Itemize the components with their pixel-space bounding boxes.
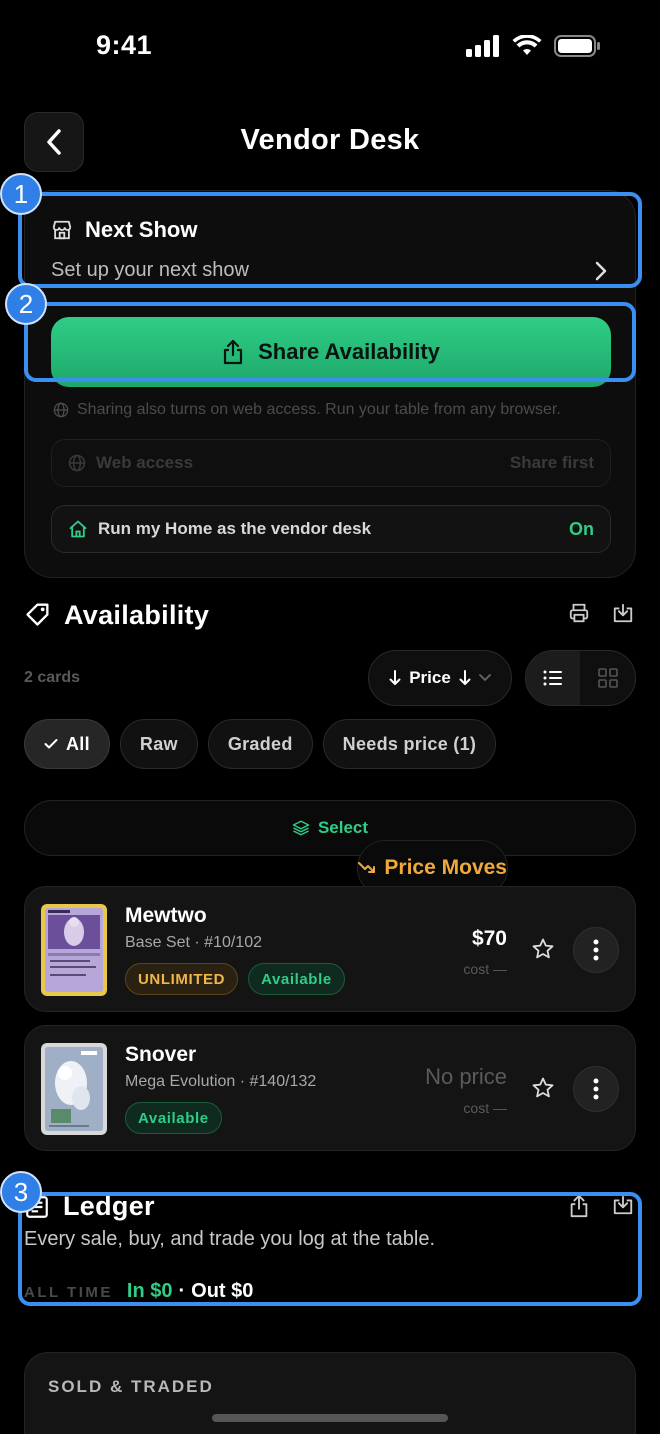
more-options-button[interactable] [573, 1066, 619, 1112]
select-label: Select [317, 818, 369, 837]
callout-number-3: 3 [0, 1171, 42, 1213]
battery-icon [554, 35, 600, 57]
filter-chip-needs-price[interactable]: Needs price (1) [322, 719, 497, 769]
more-vertical-icon [593, 939, 599, 961]
ledger-in: In $0 [126, 1280, 173, 1302]
action-buttons: Price Moves Select [24, 800, 636, 896]
card-thumbnail [41, 1043, 107, 1135]
sort-label: Price [409, 668, 451, 687]
share-note: Sharing also turns on web access. Run yo… [53, 401, 561, 419]
status-bar: 9:41 [0, 0, 660, 100]
ledger-totals: ALL TIME In $0 · Out $0 [24, 1280, 253, 1303]
wifi-icon [512, 35, 542, 55]
card-cost: cost — [463, 1100, 507, 1116]
storefront-icon [52, 220, 72, 240]
globe-icon [68, 454, 86, 472]
card-thumbnail [41, 904, 107, 996]
next-show-title: Next Show [85, 217, 198, 242]
download-icon[interactable] [612, 1194, 634, 1216]
star-icon[interactable] [531, 937, 555, 961]
home-vendor-state[interactable]: On [569, 519, 594, 540]
home-vendor-toggle-row[interactable]: Run my Home as the vendor desk On [51, 505, 611, 553]
card-cost: cost — [463, 961, 507, 977]
web-access-state: Share first [509, 453, 594, 472]
download-icon[interactable] [612, 602, 634, 624]
card-badges: Available [125, 1102, 222, 1134]
home-vendor-label: Run my Home as the vendor desk [98, 519, 372, 538]
card-price[interactable]: $70 [472, 927, 507, 951]
filter-chip-all[interactable]: All [24, 719, 110, 769]
ledger-title: Ledger [63, 1191, 155, 1221]
filter-chip-label: Graded [227, 733, 293, 754]
web-access-label: Web access [96, 453, 194, 472]
ledger-header: Ledger [24, 1190, 636, 1226]
list-icon [543, 670, 562, 686]
globe-icon [53, 402, 69, 418]
next-show-row[interactable]: Next Show [51, 217, 197, 243]
card-set: Base Set · #10/102 [125, 934, 262, 951]
arrow-down-icon [389, 670, 401, 685]
print-icon[interactable] [568, 602, 590, 624]
list-view-button[interactable] [526, 651, 581, 705]
home-indicator[interactable] [212, 1414, 448, 1422]
sort-dropdown[interactable]: Price [368, 650, 512, 706]
share-icon[interactable] [568, 1194, 590, 1218]
layers-icon [292, 820, 310, 836]
page-title: Vendor Desk [240, 124, 420, 156]
card-row-snover[interactable]: Snover Mega Evolution · #140/132 Availab… [24, 1025, 636, 1151]
select-button[interactable]: Select [24, 800, 636, 856]
share-availability-label: Share Availability [258, 339, 440, 364]
card-badges: UNLIMITED Available [125, 963, 345, 995]
next-show-subtitle: Set up your next show [51, 259, 249, 281]
header: Vendor Desk [0, 110, 660, 172]
filter-chips: All Raw Graded Needs price (1) [24, 719, 497, 769]
more-vertical-icon [593, 1078, 599, 1100]
share-note-text: Sharing also turns on web access. Run yo… [77, 401, 561, 418]
chevron-right-icon[interactable] [595, 261, 607, 281]
trending-down-icon [358, 862, 376, 873]
ledger-separator: · [178, 1280, 186, 1302]
arrow-down-icon [459, 670, 471, 685]
tag-icon [26, 603, 49, 626]
card-name: Mewtwo [125, 904, 207, 927]
cellular-signal-icon [466, 35, 499, 57]
ledger-period: ALL TIME [24, 1284, 113, 1301]
unlimited-badge: UNLIMITED [125, 963, 239, 995]
price-moves-label: Price Moves [384, 856, 507, 879]
card-row-mewtwo[interactable]: Mewtwo Base Set · #10/102 UNLIMITED Avai… [24, 886, 636, 1012]
share-icon [224, 339, 243, 365]
availability-title: Availability [64, 600, 210, 630]
check-icon [44, 739, 58, 749]
sold-traded-title: SOLD & TRADED [48, 1377, 214, 1396]
filter-chip-label: Needs price (1) [342, 733, 477, 754]
filter-chip-label: All [66, 733, 90, 754]
status-time: 9:41 [96, 30, 153, 60]
share-availability-button[interactable]: Share Availability [51, 317, 611, 387]
availability-header: Availability [24, 598, 636, 638]
home-icon [69, 520, 87, 538]
star-icon[interactable] [531, 1076, 555, 1100]
callout-number-2: 2 [5, 283, 47, 325]
card-set: Mega Evolution · #140/132 [125, 1073, 317, 1090]
ledger-out: Out $0 [191, 1280, 254, 1302]
status-icons [466, 35, 600, 57]
available-badge: Available [248, 963, 345, 995]
grid-icon [597, 668, 618, 688]
available-badge: Available [125, 1102, 222, 1134]
callout-number-1: 1 [0, 173, 42, 215]
filter-chip-raw[interactable]: Raw [119, 719, 198, 769]
more-options-button[interactable] [573, 927, 619, 973]
grid-view-button[interactable] [580, 651, 635, 705]
card-price[interactable]: No price [425, 1064, 507, 1090]
ledger-description: Every sale, buy, and trade you log at th… [24, 1228, 435, 1250]
web-access-row: Web access Share first [51, 439, 611, 487]
view-toggle [525, 650, 636, 706]
card-count: 2 cards [24, 669, 81, 686]
chevron-down-icon [478, 674, 491, 682]
card-name: Snover [125, 1043, 197, 1066]
filter-chip-label: Raw [139, 733, 178, 754]
vendor-setup-card: Next Show Set up your next show Share Av… [24, 190, 636, 578]
filter-chip-graded[interactable]: Graded [207, 719, 313, 769]
